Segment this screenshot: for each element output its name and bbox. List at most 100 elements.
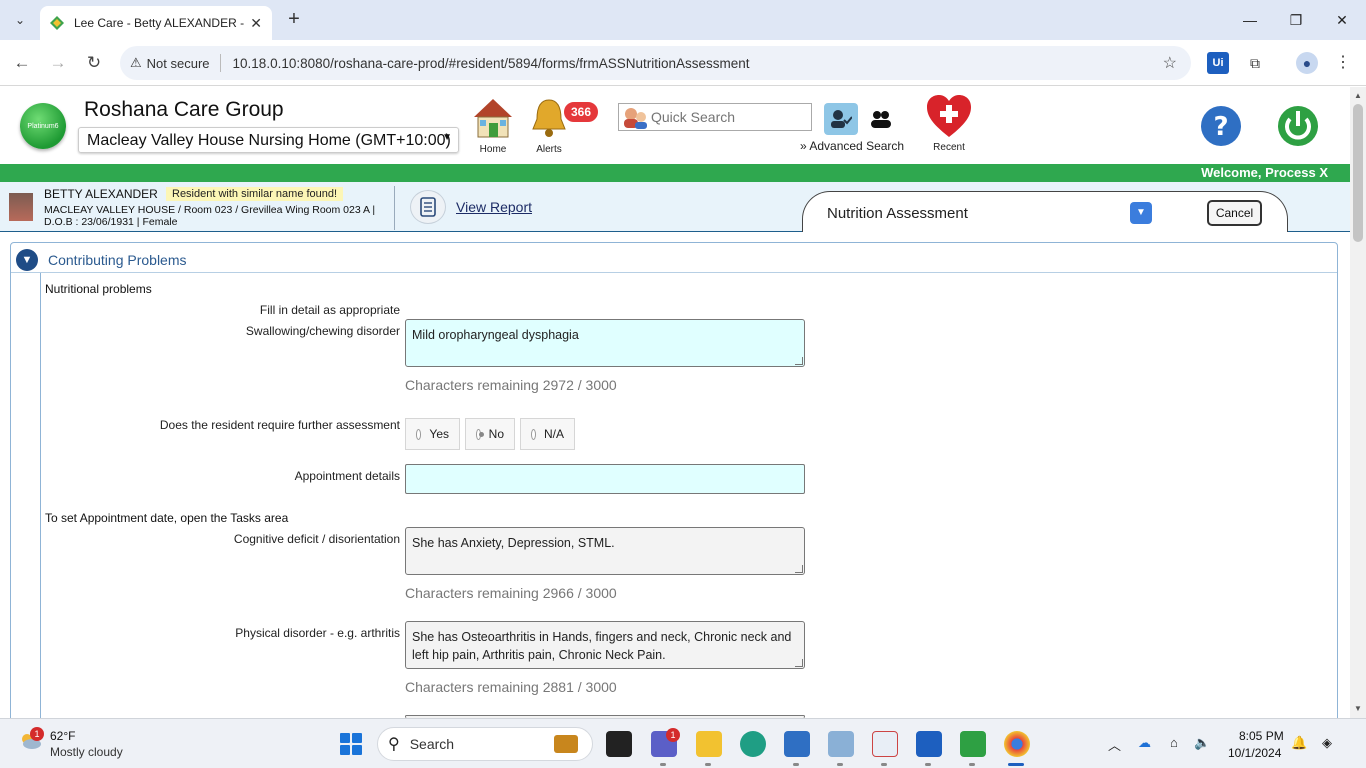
tab-search-button[interactable]: ⌄ <box>8 8 32 32</box>
help-button[interactable]: ? <box>1200 105 1242 150</box>
recent-label: Recent <box>933 142 965 153</box>
weather-desc[interactable]: Mostly cloudy <box>50 745 123 759</box>
search-staff-button[interactable] <box>864 103 898 135</box>
scroll-down-icon[interactable]: ▼ <box>1354 704 1362 713</box>
edge-browser-icon[interactable] <box>740 731 766 757</box>
s-app-icon[interactable] <box>916 731 942 757</box>
physical-textarea[interactable]: She has Osteoarthritis in Hands, fingers… <box>405 621 805 669</box>
recent-button[interactable]: Recent <box>924 93 974 153</box>
home-button[interactable]: Home <box>470 95 516 155</box>
radio-no-circle[interactable] <box>476 428 484 440</box>
profile-icon[interactable]: ● <box>1296 52 1318 74</box>
extensions-icon[interactable]: ⧉ <box>1244 52 1266 74</box>
uipath-extension-icon[interactable]: Ui <box>1207 52 1229 74</box>
taskbar-search[interactable]: ⚲ Search <box>377 727 593 761</box>
security-label[interactable]: Not secure <box>147 56 210 71</box>
scroll-thumb[interactable] <box>1353 104 1363 242</box>
swallowing-value: Mild oropharyngeal dysphagia <box>412 328 579 342</box>
notification-bell-icon[interactable]: 🔔 <box>1291 735 1307 751</box>
forward-button[interactable]: → <box>45 50 71 76</box>
help-icon: ? <box>1201 106 1241 146</box>
omnibox-separator <box>219 54 221 72</box>
browser-menu-icon[interactable]: ⋮ <box>1332 52 1354 74</box>
browser-tab[interactable]: Lee Care - Betty ALEXANDER - ✕ <box>40 6 272 40</box>
close-window-button[interactable]: ✕ <box>1322 8 1362 32</box>
nutritional-problems-heading: Nutritional problems <box>45 282 152 296</box>
radio-na-circle[interactable] <box>531 428 536 440</box>
home-icon <box>474 99 512 138</box>
resident-location: MACLEAY VALLEY HOUSE / Room 023 / Grevil… <box>44 204 376 228</box>
copilot-icon[interactable]: ◈ <box>1322 735 1332 751</box>
platinum-logo[interactable]: Platinum6 <box>20 103 66 149</box>
radio-yes[interactable]: Yes <box>405 418 460 450</box>
maximize-button[interactable]: ❐ <box>1276 8 1316 32</box>
weather-temp[interactable]: 62°F <box>50 729 75 743</box>
resident-photo[interactable] <box>9 193 33 221</box>
advanced-search-label: Advanced Search <box>809 139 905 153</box>
file-explorer-icon[interactable] <box>696 731 722 757</box>
radio-na[interactable]: N/A <box>520 418 575 450</box>
search-resident-button[interactable] <box>824 103 858 135</box>
url-text[interactable]: 10.18.0.10:8080/roshana-care-prod/#resid… <box>233 56 750 71</box>
resize-handle-icon[interactable] <box>795 659 803 667</box>
section-header[interactable]: ▼ Contributing Problems <box>11 243 1337 273</box>
group-icon <box>871 111 891 128</box>
volume-muted-icon[interactable]: 🔈 <box>1194 735 1210 751</box>
clock-time[interactable]: 8:05 PM <box>1239 729 1284 743</box>
tray-chevron-up-icon[interactable]: ︿ <box>1108 735 1121 754</box>
terminal-app-icon[interactable] <box>606 731 632 757</box>
cognitive-textarea[interactable]: She has Anxiety, Depression, STML. <box>405 527 805 575</box>
swallowing-textarea[interactable]: Mild oropharyngeal dysphagia <box>405 319 805 367</box>
facility-select[interactable]: Macleay Valley House Nursing Home (GMT+1… <box>78 127 459 153</box>
tab-title: Lee Care - Betty ALEXANDER - <box>74 16 245 30</box>
report-icon[interactable] <box>410 190 446 224</box>
tab-close-icon[interactable]: ✕ <box>250 15 262 32</box>
view-report-link[interactable]: View Report <box>456 199 532 215</box>
s-running-indicator <box>925 763 931 766</box>
cognitive-label: Cognitive deficit / disorientation <box>233 532 400 546</box>
resident-bar: BETTY ALEXANDER Resident with similar na… <box>0 182 1350 232</box>
address-bar[interactable]: ⚠ Not secure 10.18.0.10:8080/roshana-car… <box>120 46 1191 80</box>
chrome-app-icon[interactable] <box>1004 731 1030 757</box>
swallowing-label: Swallowing/chewing disorder <box>245 324 400 338</box>
new-tab-button[interactable]: + <box>282 8 306 32</box>
logout-button[interactable] <box>1277 103 1319 150</box>
notepad-icon[interactable] <box>784 731 810 757</box>
reload-button[interactable]: ↻ <box>81 50 107 76</box>
appointment-input[interactable] <box>405 464 805 494</box>
radio-no-label: No <box>488 427 504 441</box>
alerts-count-badge: 366 <box>562 100 601 124</box>
windows-start-icon[interactable] <box>340 733 362 755</box>
network-icon[interactable]: ⌂ <box>1170 735 1178 750</box>
form-dropdown-icon[interactable]: ▼ <box>1130 202 1152 224</box>
scroll-up-icon[interactable]: ▲ <box>1354 91 1362 100</box>
player-app-icon[interactable] <box>960 731 986 757</box>
advanced-search-link[interactable]: » Advanced Search <box>800 139 904 153</box>
bookmark-star-icon[interactable]: ☆ <box>1163 53 1177 73</box>
snipping-tool-icon[interactable] <box>872 731 898 757</box>
resize-handle-icon[interactable] <box>795 357 803 365</box>
quick-search[interactable] <box>618 103 812 131</box>
onedrive-cloud-icon[interactable]: ☁ <box>1138 735 1151 751</box>
tasks-note: To set Appointment date, open the Tasks … <box>45 511 289 525</box>
back-button[interactable]: ← <box>9 50 35 76</box>
teams-running-indicator <box>660 763 666 766</box>
app-header: Platinum6 Roshana Care Group Macleay Val… <box>0 87 1350 164</box>
chevron-down-icon[interactable]: ▼ <box>16 249 38 271</box>
resize-handle-icon[interactable] <box>795 565 803 573</box>
clock-date[interactable]: 10/1/2024 <box>1228 746 1281 760</box>
heart-plus-icon <box>927 95 971 137</box>
monitor-app-icon[interactable] <box>828 731 854 757</box>
cognitive-value: She has Anxiety, Depression, STML. <box>412 536 615 550</box>
minimize-button[interactable]: — <box>1230 8 1270 32</box>
quick-search-input[interactable] <box>651 109 811 125</box>
player-running-indicator <box>969 763 975 766</box>
physical-label: Physical disorder - e.g. arthritis <box>235 626 400 640</box>
radio-yes-circle[interactable] <box>416 428 422 440</box>
radio-yes-label: Yes <box>429 427 449 441</box>
section-title: Contributing Problems <box>48 252 187 268</box>
notepad-running-indicator <box>793 763 799 766</box>
cancel-button[interactable]: Cancel <box>1207 200 1262 226</box>
page-scrollbar[interactable]: ▲ ▼ <box>1350 87 1366 718</box>
radio-no[interactable]: No <box>465 418 515 450</box>
